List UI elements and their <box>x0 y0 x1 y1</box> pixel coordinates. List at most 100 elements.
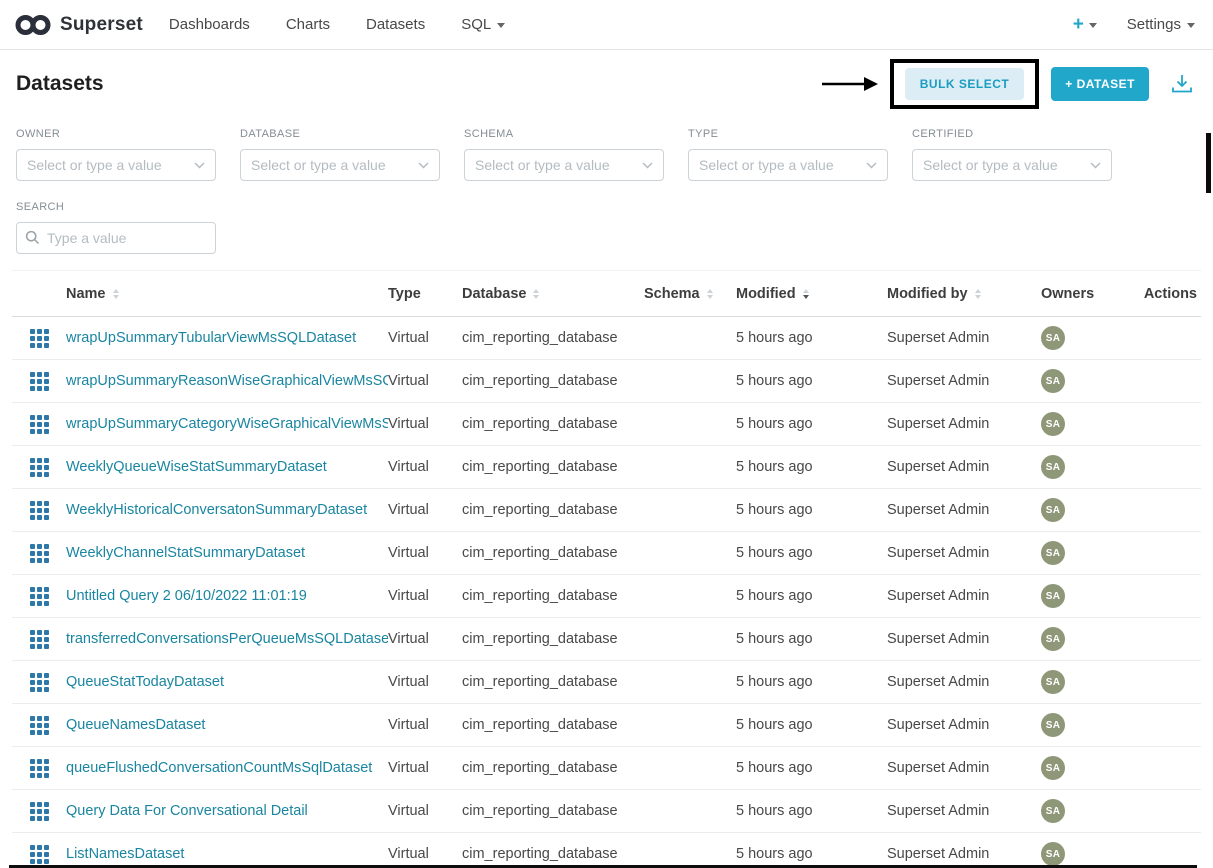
table-row: queueFlushedConversationCountMsSqlDatase… <box>12 747 1201 790</box>
dataset-database: cim_reporting_database <box>462 760 644 776</box>
dataset-modified: 5 hours ago <box>736 717 887 733</box>
column-header-name[interactable]: Name <box>66 286 388 302</box>
annotation-arrow-icon <box>822 75 878 93</box>
column-header-owners: Owners <box>1039 286 1115 302</box>
chevron-down-icon <box>1187 23 1195 28</box>
dataset-table-icon <box>30 802 49 821</box>
dataset-table-icon <box>30 544 49 563</box>
nav-item-datasets[interactable]: Datasets <box>366 16 425 33</box>
table-row: Query Data For Conversational Detail Vir… <box>12 790 1201 833</box>
superset-logo[interactable]: Superset <box>14 13 143 37</box>
filter-owner-select[interactable]: Select or type a value <box>16 149 216 181</box>
download-icon <box>1171 74 1193 94</box>
dataset-database: cim_reporting_database <box>462 545 644 561</box>
dataset-name-link[interactable]: WeeklyChannelStatSummaryDataset <box>66 545 305 561</box>
nav-item-charts[interactable]: Charts <box>286 16 330 33</box>
plus-icon: + <box>1073 15 1084 34</box>
table-row: wrapUpSummaryReasonWiseGraphicalViewMsSQ… <box>12 360 1201 403</box>
dataset-modified: 5 hours ago <box>736 502 887 518</box>
dataset-database: cim_reporting_database <box>462 373 644 389</box>
column-header-modified-by[interactable]: Modified by <box>887 286 1039 302</box>
dataset-modified-by: Superset Admin <box>887 674 1039 690</box>
filter-owner-label: OWNER <box>16 128 216 140</box>
dataset-database: cim_reporting_database <box>462 330 644 346</box>
select-placeholder: Select or type a value <box>699 157 834 173</box>
column-label: Modified <box>736 286 796 302</box>
dataset-name-link[interactable]: Untitled Query 2 06/10/2022 11:01:19 <box>66 588 307 604</box>
dataset-name-link[interactable]: wrapUpSummaryTubularViewMsSQLDataset <box>66 330 356 346</box>
dataset-name-link[interactable]: queueFlushedConversationCountMsSqlDatase… <box>66 760 372 776</box>
filter-database-select[interactable]: Select or type a value <box>240 149 440 181</box>
dataset-name-link[interactable]: WeeklyQueueWiseStatSummaryDataset <box>66 459 327 475</box>
column-header-schema[interactable]: Schema <box>644 286 736 302</box>
header-actions: BULK SELECT + DATASET <box>822 59 1197 109</box>
column-header-type: Type <box>388 286 462 302</box>
bulk-select-button[interactable]: BULK SELECT <box>905 68 1025 100</box>
dataset-table-icon <box>30 845 49 864</box>
dataset-modified-by: Superset Admin <box>887 330 1039 346</box>
dataset-name-link[interactable]: QueueNamesDataset <box>66 717 205 733</box>
page-header: Datasets BULK SELECT + DATASET <box>0 50 1213 118</box>
export-datasets-button[interactable] <box>1167 70 1197 98</box>
chevron-down-icon <box>1090 162 1101 169</box>
select-placeholder: Select or type a value <box>251 157 386 173</box>
dataset-modified-by: Superset Admin <box>887 416 1039 432</box>
search-input[interactable] <box>16 222 216 254</box>
nav-item-dashboards[interactable]: Dashboards <box>169 16 250 33</box>
datasets-table: Name Type Database Schema Modified Modif… <box>12 270 1201 868</box>
nav-item-sql[interactable]: SQL <box>461 16 505 33</box>
dataset-name-link[interactable]: wrapUpSummaryReasonWiseGraphicalViewMsSQ… <box>66 373 388 389</box>
filter-type: TYPE Select or type a value <box>688 128 888 181</box>
dataset-table-icon <box>30 716 49 735</box>
table-row: ListNamesDataset Virtual cim_reporting_d… <box>12 833 1201 868</box>
dataset-modified: 5 hours ago <box>736 373 887 389</box>
dataset-name-link[interactable]: WeeklyHistoricalConversatonSummaryDatase… <box>66 502 367 518</box>
column-label: Database <box>462 286 526 302</box>
dataset-type: Virtual <box>388 846 462 862</box>
dataset-database: cim_reporting_database <box>462 803 644 819</box>
dataset-modified-by: Superset Admin <box>887 717 1039 733</box>
table-row: wrapUpSummaryTubularViewMsSQLDataset Vir… <box>12 317 1201 360</box>
owner-avatar: SA <box>1041 627 1065 651</box>
filter-type-select[interactable]: Select or type a value <box>688 149 888 181</box>
page-title: Datasets <box>16 72 104 96</box>
column-header-database[interactable]: Database <box>462 286 644 302</box>
dataset-name-link[interactable]: wrapUpSummaryCategoryWiseGraphicalViewMs… <box>66 416 388 432</box>
dataset-modified-by: Superset Admin <box>887 588 1039 604</box>
dataset-modified: 5 hours ago <box>736 545 887 561</box>
vertical-scrollbar-thumb[interactable] <box>1206 133 1211 193</box>
search-icon <box>25 230 40 245</box>
filter-schema-select[interactable]: Select or type a value <box>464 149 664 181</box>
dataset-name-link[interactable]: QueueStatTodayDataset <box>66 674 224 690</box>
brand-name: Superset <box>60 14 143 36</box>
dataset-modified: 5 hours ago <box>736 846 887 862</box>
dataset-database: cim_reporting_database <box>462 588 644 604</box>
dataset-modified: 5 hours ago <box>736 416 887 432</box>
dataset-type: Virtual <box>388 674 462 690</box>
dataset-name-link[interactable]: ListNamesDataset <box>66 846 184 862</box>
sort-icon <box>975 289 981 299</box>
new-menu-button[interactable]: + <box>1073 15 1097 34</box>
column-label: Name <box>66 286 106 302</box>
dataset-table-icon <box>30 329 49 348</box>
dataset-name-link[interactable]: Query Data For Conversational Detail <box>66 803 308 819</box>
table-row: QueueStatTodayDataset Virtual cim_report… <box>12 661 1201 704</box>
filter-certified-select[interactable]: Select or type a value <box>912 149 1112 181</box>
dataset-modified-by: Superset Admin <box>887 631 1039 647</box>
settings-menu-button[interactable]: Settings <box>1127 16 1195 33</box>
column-header-modified[interactable]: Modified <box>736 286 887 302</box>
dataset-name-link[interactable]: transferredConversationsPerQueueMsSQLDat… <box>66 631 388 647</box>
chevron-down-icon <box>866 162 877 169</box>
column-header-actions: Actions <box>1115 286 1201 302</box>
chevron-down-icon <box>642 162 653 169</box>
dataset-type: Virtual <box>388 760 462 776</box>
column-label: Type <box>388 286 421 302</box>
dataset-type: Virtual <box>388 717 462 733</box>
owner-avatar: SA <box>1041 756 1065 780</box>
filter-type-label: TYPE <box>688 128 888 140</box>
main-nav: Dashboards Charts Datasets SQL <box>169 16 505 33</box>
dataset-table-icon <box>30 630 49 649</box>
dataset-type: Virtual <box>388 502 462 518</box>
add-dataset-button[interactable]: + DATASET <box>1051 67 1149 101</box>
sort-desc-icon <box>803 289 809 299</box>
